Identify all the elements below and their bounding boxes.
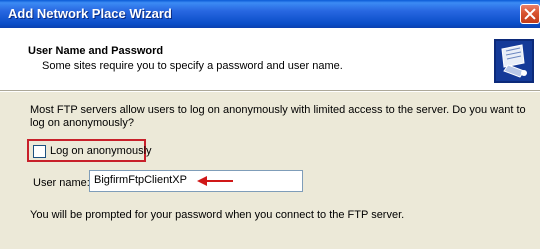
wizard-header: User Name and Password Some sites requir…: [0, 28, 540, 91]
username-field[interactable]: BigfirmFtpClientXP: [89, 170, 303, 192]
log-on-anonymously-checkbox[interactable]: [33, 145, 46, 158]
intro-text: Most FTP servers allow users to log on a…: [30, 104, 526, 129]
header-divider: [0, 91, 540, 92]
arrow-left-icon: [197, 176, 233, 186]
page-title: User Name and Password: [28, 45, 164, 57]
username-label: User name:: [33, 177, 90, 189]
network-place-wizard-icon: [494, 39, 534, 83]
password-prompt-text: You will be prompted for your password w…: [30, 209, 405, 221]
title-bar[interactable]: Add Network Place Wizard: [0, 0, 540, 28]
page-subtitle: Some sites require you to specify a pass…: [42, 60, 343, 72]
close-button[interactable]: [520, 4, 540, 24]
window-title: Add Network Place Wizard: [8, 6, 172, 21]
log-on-anonymously-label[interactable]: Log on anonymously: [50, 145, 152, 157]
wizard-window: Add Network Place Wizard User Name and P…: [0, 0, 540, 249]
